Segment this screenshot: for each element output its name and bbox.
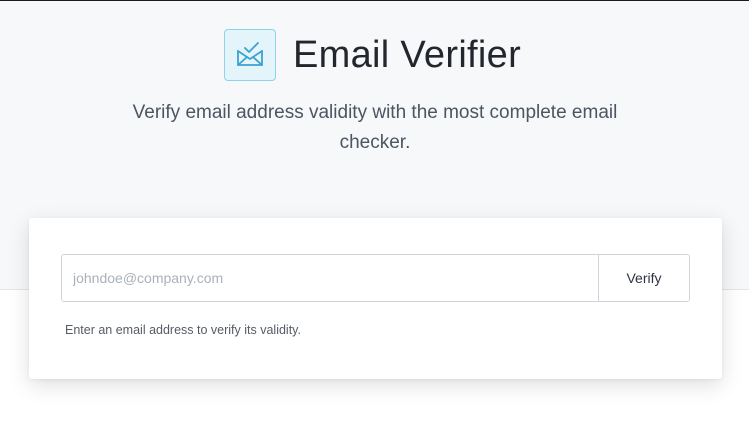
- email-input-group: Verify: [61, 254, 690, 302]
- logo-badge: [224, 29, 276, 81]
- title-row: Email Verifier: [224, 28, 521, 82]
- page-title: Email Verifier: [293, 34, 522, 76]
- helper-text: Enter an email address to verify its val…: [65, 323, 301, 337]
- verify-card: Verify Enter an email address to verify …: [29, 218, 722, 379]
- email-input[interactable]: [62, 255, 598, 301]
- verify-button[interactable]: Verify: [598, 255, 689, 301]
- envelope-check-icon: [237, 42, 263, 66]
- page-subtitle: Verify email address validity with the m…: [132, 102, 618, 153]
